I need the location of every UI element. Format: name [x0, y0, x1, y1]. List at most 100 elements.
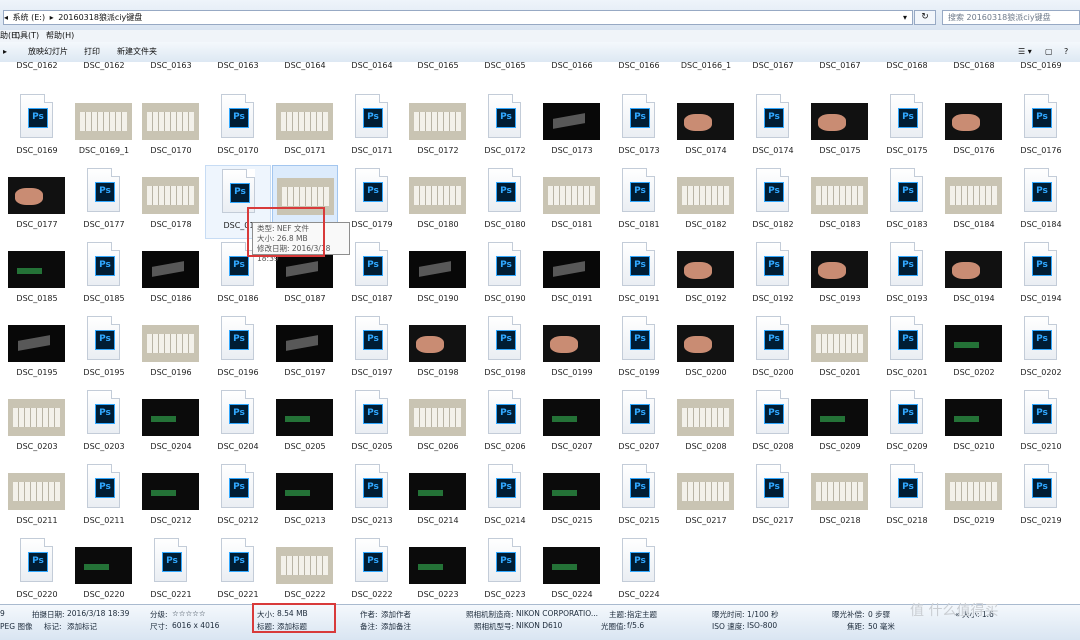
- file-item[interactable]: DSC_0198: [405, 313, 471, 387]
- file-item[interactable]: DSC_0209: [807, 387, 873, 461]
- file-item[interactable]: Ps DSC_0200: [740, 313, 806, 387]
- file-item[interactable]: DSC_0166: [606, 62, 672, 80]
- refresh-button[interactable]: ↻: [914, 10, 936, 25]
- file-item[interactable]: Ps DSC_0177: [71, 165, 137, 239]
- address-path[interactable]: ◂ 系统 (E:) ▸ 20160318狼派ciy键盘 ▾: [3, 10, 913, 25]
- file-item[interactable]: DSC_0168: [874, 62, 940, 80]
- toolbar-arrow-icon[interactable]: ▸: [3, 42, 7, 62]
- file-item[interactable]: DSC_0217: [673, 461, 739, 535]
- file-item[interactable]: Ps DSC_0190: [472, 239, 538, 313]
- file-item[interactable]: DSC_0171: [272, 91, 338, 165]
- file-item[interactable]: Ps DSC_0194: [1008, 239, 1074, 313]
- file-item[interactable]: DSC_0206: [405, 387, 471, 461]
- file-item[interactable]: Ps DSC_0201: [874, 313, 940, 387]
- file-item[interactable]: DSC_0224: [539, 535, 605, 604]
- file-item[interactable]: Ps DSC_0174: [740, 91, 806, 165]
- file-item[interactable]: Ps DSC_0202: [1008, 313, 1074, 387]
- file-item[interactable]: DSC_0181: [539, 165, 605, 239]
- file-item[interactable]: DSC_0195: [4, 313, 70, 387]
- file-item[interactable]: DSC_0212: [138, 461, 204, 535]
- file-item[interactable]: Ps DSC_0175: [874, 91, 940, 165]
- file-item[interactable]: DSC_0213: [272, 461, 338, 535]
- file-item[interactable]: DSC_0197: [272, 313, 338, 387]
- new-folder-button[interactable]: 新建文件夹: [117, 42, 157, 62]
- breadcrumb-drive[interactable]: 系统 (E:): [13, 13, 46, 22]
- file-item[interactable]: Ps DSC_0221: [205, 535, 271, 604]
- print-button[interactable]: 打印: [84, 42, 100, 62]
- detail-comments[interactable]: 添加备注: [381, 621, 411, 632]
- file-item[interactable]: Ps DSC_0171: [339, 91, 405, 165]
- file-item[interactable]: DSC_0165: [405, 62, 471, 80]
- file-item[interactable]: DSC_0193: [807, 239, 873, 313]
- file-item[interactable]: Ps DSC_0182: [740, 165, 806, 239]
- detail-author[interactable]: 添加作者: [381, 609, 411, 620]
- file-item[interactable]: Ps DSC_0212: [205, 461, 271, 535]
- file-item[interactable]: Ps DSC_0198: [472, 313, 538, 387]
- file-item[interactable]: Ps DSC_0204: [205, 387, 271, 461]
- file-item[interactable]: Ps DSC_0222: [339, 535, 405, 604]
- file-item[interactable]: Ps DSC_0206: [472, 387, 538, 461]
- file-item[interactable]: DSC_0163: [138, 62, 204, 80]
- file-item[interactable]: Ps DSC_0210: [1008, 387, 1074, 461]
- file-item[interactable]: Ps DSC_0223: [472, 535, 538, 604]
- file-item[interactable]: DSC_0219: [941, 461, 1007, 535]
- file-item[interactable]: DSC_0192: [673, 239, 739, 313]
- file-item[interactable]: DSC_0205: [272, 387, 338, 461]
- file-item[interactable]: DSC_0184: [941, 165, 1007, 239]
- breadcrumb-separator-icon[interactable]: ▸: [50, 13, 54, 22]
- file-item[interactable]: Ps DSC_0185: [71, 239, 137, 313]
- file-item[interactable]: DSC_0202: [941, 313, 1007, 387]
- file-item[interactable]: DSC_0208: [673, 387, 739, 461]
- slideshow-button[interactable]: 放映幻灯片: [28, 42, 68, 62]
- file-item[interactable]: DSC_0199: [539, 313, 605, 387]
- file-item[interactable]: DSC_0204: [138, 387, 204, 461]
- menu-tools[interactable]: 工具(T): [12, 30, 39, 42]
- breadcrumb-folder[interactable]: 20160318狼派ciy键盘: [58, 13, 142, 22]
- file-item[interactable]: DSC_0223: [405, 535, 471, 604]
- file-item[interactable]: DSC_0200: [673, 313, 739, 387]
- file-item[interactable]: Ps DSC_0180: [472, 165, 538, 239]
- file-item[interactable]: Ps DSC_0220: [4, 535, 70, 604]
- file-item[interactable]: DSC_0196: [138, 313, 204, 387]
- file-item[interactable]: DSC_0185: [4, 239, 70, 313]
- file-item[interactable]: Ps DSC_0173: [606, 91, 672, 165]
- rating-stars-icon[interactable]: ☆☆☆☆☆: [172, 609, 206, 618]
- file-item[interactable]: Ps DSC_0205: [339, 387, 405, 461]
- file-item[interactable]: Ps DSC_0172: [472, 91, 538, 165]
- file-item[interactable]: DSC_0163: [205, 62, 271, 80]
- help-icon[interactable]: ?: [1064, 42, 1068, 62]
- file-item[interactable]: DSC_0220: [71, 535, 137, 604]
- dropdown-icon[interactable]: ▾: [903, 11, 907, 24]
- file-item[interactable]: Ps DSC_0211: [71, 461, 137, 535]
- file-item[interactable]: Ps DSC_0199: [606, 313, 672, 387]
- preview-pane-icon[interactable]: ▢: [1045, 42, 1053, 62]
- view-options-icon[interactable]: ☰ ▾: [1018, 42, 1032, 62]
- file-item[interactable]: DSC_0215: [539, 461, 605, 535]
- file-item[interactable]: DSC_0170: [138, 91, 204, 165]
- file-item[interactable]: DSC_0203: [4, 387, 70, 461]
- file-item[interactable]: DSC_0177: [4, 165, 70, 239]
- file-item[interactable]: DSC_0178: [138, 165, 204, 239]
- detail-tags[interactable]: 添加标记: [67, 621, 97, 632]
- file-item[interactable]: Ps DSC_0224: [606, 535, 672, 604]
- file-item[interactable]: DSC_0214: [405, 461, 471, 535]
- file-item[interactable]: Ps DSC_0195: [71, 313, 137, 387]
- file-item[interactable]: DSC_0190: [405, 239, 471, 313]
- file-item[interactable]: DSC_0174: [673, 91, 739, 165]
- file-item[interactable]: Ps DSC_0208: [740, 387, 806, 461]
- file-item[interactable]: Ps DSC_0181: [606, 165, 672, 239]
- file-item[interactable]: Ps DSC_0176: [1008, 91, 1074, 165]
- file-item[interactable]: Ps DSC_0196: [205, 313, 271, 387]
- file-item[interactable]: DSC_0168: [941, 62, 1007, 80]
- file-item[interactable]: DSC_0211: [4, 461, 70, 535]
- file-item[interactable]: DSC_0169: [1008, 62, 1074, 80]
- file-item[interactable]: DSC_0183: [807, 165, 873, 239]
- file-item[interactable]: DSC_0166_1: [673, 62, 739, 80]
- file-item[interactable]: DSC_0207: [539, 387, 605, 461]
- search-input[interactable]: 搜索 20160318狼派ciy键盘: [942, 10, 1080, 25]
- file-item[interactable]: Ps DSC_0221: [138, 535, 204, 604]
- file-item[interactable]: DSC_0162: [4, 62, 70, 80]
- file-item[interactable]: Ps DSC_0219: [1008, 461, 1074, 535]
- file-item[interactable]: Ps DSC_0184: [1008, 165, 1074, 239]
- file-item[interactable]: Ps DSC_0207: [606, 387, 672, 461]
